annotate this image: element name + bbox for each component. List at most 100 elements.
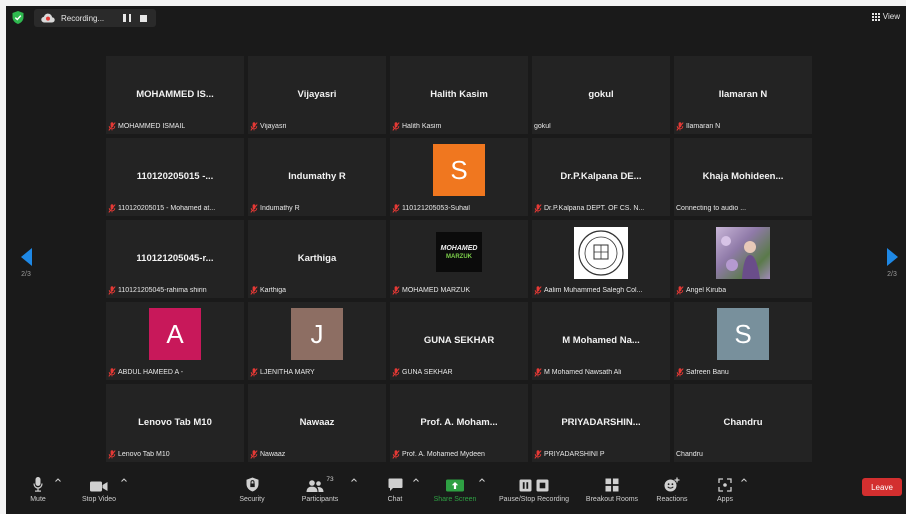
- breakout-rooms-button[interactable]: Breakout Rooms: [582, 476, 642, 503]
- participant-name: ABDUL HAMEED A -: [118, 368, 184, 376]
- participant-tile[interactable]: Angel Kiruba: [674, 220, 812, 298]
- stop-recording-icon[interactable]: [140, 14, 147, 22]
- participant-name: Dr.P.Kalpana DEPT. OF CS. N...: [544, 204, 645, 212]
- security-label: Security: [239, 496, 265, 503]
- participant-tile[interactable]: Nawaaz Nawaaz: [248, 384, 386, 462]
- muted-microphone-icon: [676, 367, 684, 377]
- participant-name: Prof. A. Mohamed Mydeen: [402, 450, 485, 458]
- participant-tile[interactable]: Ilamaran N Ilamaran N: [674, 56, 812, 134]
- apps-button[interactable]: Apps: [712, 476, 738, 503]
- participant-avatar: J: [291, 308, 343, 360]
- recording-indicator: Recording...: [34, 9, 156, 27]
- muted-microphone-icon: [250, 203, 258, 213]
- pause-icon: [519, 479, 532, 492]
- pause-recording-icon[interactable]: [123, 14, 131, 22]
- participant-tile[interactable]: Indumathy R Indumathy R: [248, 138, 386, 216]
- participant-tile[interactable]: S 110121205053-Suhail: [390, 138, 528, 216]
- participant-display-name: M Mohamed Na...: [562, 335, 640, 346]
- participant-name: Lenovo Tab M10: [118, 450, 170, 458]
- participant-name: 110121205053-Suhail: [402, 204, 470, 212]
- participant-tile[interactable]: A ABDUL HAMEED A -: [106, 302, 244, 380]
- chevron-up-icon[interactable]: [54, 476, 62, 484]
- participant-display-name: Dr.P.Kalpana DE...: [560, 171, 642, 182]
- smiley-plus-icon: [664, 477, 680, 492]
- muted-microphone-icon: [108, 367, 116, 377]
- participant-tile[interactable]: Dr.P.Kalpana DE... Dr.P.Kalpana DEPT. OF …: [532, 138, 670, 216]
- next-page-button[interactable]: 2/3: [882, 248, 902, 278]
- participant-tile[interactable]: Vijayasri Vijayasri: [248, 56, 386, 134]
- chevron-up-icon[interactable]: [120, 476, 128, 484]
- participant-name-label: LJENITHA MARY: [250, 367, 315, 377]
- recording-label: Recording...: [61, 13, 105, 23]
- participant-tile[interactable]: Lenovo Tab M10 Lenovo Tab M10: [106, 384, 244, 462]
- participant-tile[interactable]: GUNA SEKHAR GUNA SEKHAR: [390, 302, 528, 380]
- mute-button[interactable]: Mute: [27, 476, 49, 503]
- view-button[interactable]: View: [871, 12, 900, 21]
- stop-video-button[interactable]: Stop Video: [78, 476, 120, 503]
- reactions-button[interactable]: Reactions: [652, 476, 692, 503]
- participant-tile[interactable]: PRIYADARSHIN... PRIYADARSHINI P: [532, 384, 670, 462]
- participant-display-name: Lenovo Tab M10: [138, 417, 212, 428]
- muted-microphone-icon: [108, 449, 116, 459]
- participant-display-name: Prof. A. Moham...: [420, 417, 498, 428]
- pause-stop-recording-button[interactable]: Pause/Stop Recording: [493, 476, 575, 503]
- chevron-up-icon[interactable]: [350, 476, 358, 484]
- participant-tile[interactable]: MOHAMED MARZUK MOHAMED MARZUK: [390, 220, 528, 298]
- participant-tile[interactable]: Chandru Chandru: [674, 384, 812, 462]
- participant-tile[interactable]: Prof. A. Moham... Prof. A. Mohamed Mydeen: [390, 384, 528, 462]
- participant-tile[interactable]: Aalim Muhammed Salegh Col...: [532, 220, 670, 298]
- participant-name: Angel Kiruba: [686, 286, 727, 294]
- participant-tile[interactable]: Khaja Mohideen... Connecting to audio ...: [674, 138, 812, 216]
- participant-display-name: GUNA SEKHAR: [423, 335, 495, 346]
- previous-page-button[interactable]: 2/3: [16, 248, 36, 278]
- gallery-view-icon: [871, 12, 880, 21]
- apps-label: Apps: [717, 496, 733, 503]
- breakout-rooms-icon: [605, 478, 619, 492]
- security-shield-icon: [246, 477, 258, 492]
- participant-name-label: Indumathy R: [250, 203, 300, 213]
- participant-tile[interactable]: MOHAMMED IS... MOHAMMED ISMAIL: [106, 56, 244, 134]
- chevron-up-icon[interactable]: [478, 476, 486, 484]
- participant-display-name: gokul: [588, 89, 614, 100]
- participant-name: Nawaaz: [260, 450, 286, 458]
- participant-name: Halith Kasim: [402, 122, 442, 130]
- arrow-left-icon: [20, 248, 32, 266]
- chevron-up-icon[interactable]: [740, 476, 748, 484]
- share-screen-label: Share Screen: [433, 496, 477, 503]
- participant-tile[interactable]: 110120205015 -... 110120205015 - Mohamed …: [106, 138, 244, 216]
- logo-text-bottom: MARZUK: [446, 253, 472, 260]
- participant-tile[interactable]: Halith Kasim Halith Kasim: [390, 56, 528, 134]
- participant-display-name: Vijayasri: [297, 89, 337, 100]
- participant-name-label: GUNA SEKHAR: [392, 367, 453, 377]
- chat-button[interactable]: Chat: [384, 476, 406, 503]
- participant-name-label: Connecting to audio ...: [676, 203, 746, 213]
- participant-name: Chandru: [676, 450, 703, 458]
- participant-name-label: 110121205045-rahima shirin: [108, 285, 207, 295]
- leave-button[interactable]: Leave: [862, 478, 902, 496]
- participants-button[interactable]: 73 Participants: [298, 476, 342, 503]
- participant-display-name: Karthiga: [297, 253, 337, 264]
- participant-tile[interactable]: 110121205045-r... 110121205045-rahima shi…: [106, 220, 244, 298]
- participant-tile[interactable]: S Safreen Banu: [674, 302, 812, 380]
- participant-name-label: Ilamaran N: [676, 121, 720, 131]
- security-button[interactable]: Security: [232, 476, 272, 503]
- participant-display-name: Nawaaz: [299, 417, 335, 428]
- participant-tile[interactable]: gokul gokul: [532, 56, 670, 134]
- participant-tile[interactable]: Karthiga Karthiga: [248, 220, 386, 298]
- muted-microphone-icon: [392, 203, 400, 213]
- participant-tile[interactable]: J LJENITHA MARY: [248, 302, 386, 380]
- participant-name-label: M Mohamed Nawsath Ali: [534, 367, 621, 377]
- reactions-label: Reactions: [656, 496, 688, 503]
- participant-name-label: PRIYADARSHINI P: [534, 449, 605, 459]
- participant-name-label: Prof. A. Mohamed Mydeen: [392, 449, 485, 459]
- shield-icon[interactable]: [12, 11, 24, 24]
- participant-logo-image: MOHAMED MARZUK: [436, 232, 482, 272]
- chevron-up-icon[interactable]: [412, 476, 420, 484]
- arrow-right-icon: [886, 248, 898, 266]
- participant-tile[interactable]: M Mohamed Na... M Mohamed Nawsath Ali: [532, 302, 670, 380]
- page-indicator-right: 2/3: [887, 271, 897, 278]
- participant-name: PRIYADARSHINI P: [544, 450, 605, 458]
- share-screen-button[interactable]: Share Screen: [430, 476, 480, 503]
- participant-name-label: Safreen Banu: [676, 367, 729, 377]
- participant-count: 73: [326, 476, 334, 483]
